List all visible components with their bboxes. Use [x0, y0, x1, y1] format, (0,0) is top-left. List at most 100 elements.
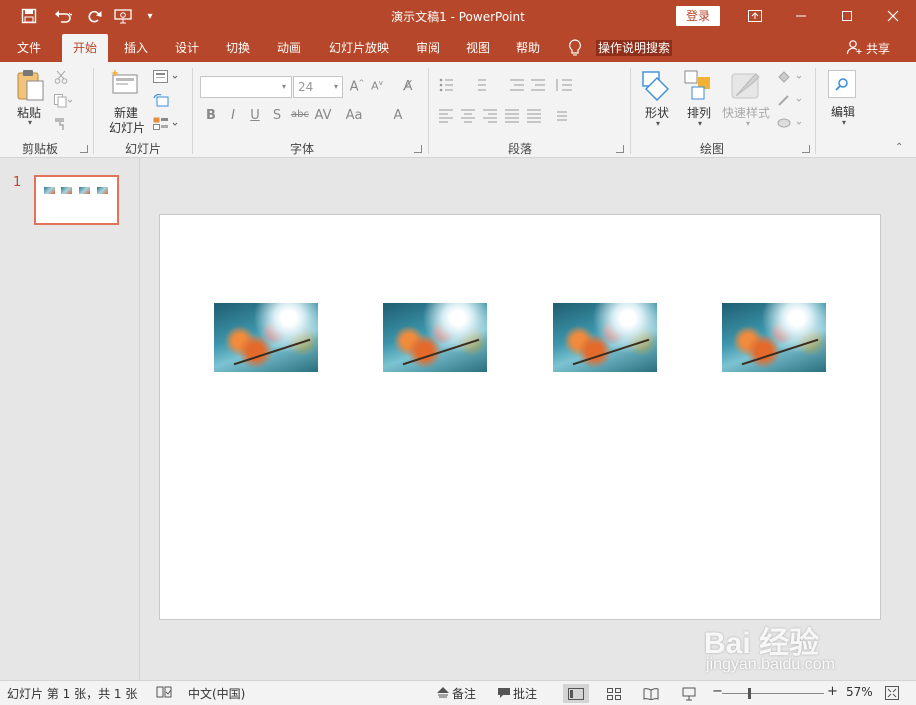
flower-photo[interactable]: [383, 303, 487, 372]
maximize-icon[interactable]: [824, 0, 870, 32]
editing-dropdown-icon[interactable]: ▾: [834, 118, 854, 127]
flower-photo[interactable]: [722, 303, 826, 372]
font-size-dropdown-icon[interactable]: ▾: [334, 82, 338, 91]
reset-icon[interactable]: [153, 93, 169, 108]
notes-button[interactable]: 备注: [452, 685, 476, 702]
watermark-url: jingyan.baidu.com: [706, 656, 835, 673]
clipboard-launcher-icon[interactable]: [80, 145, 88, 153]
paste-dropdown-icon[interactable]: ▾: [20, 118, 40, 127]
slideshow-view-icon[interactable]: [676, 684, 702, 703]
redo-icon[interactable]: [84, 6, 104, 26]
zoom-slider[interactable]: [722, 693, 824, 694]
drawing-group-label: 绘图: [699, 142, 724, 156]
zoom-in-icon[interactable]: +: [827, 684, 838, 699]
layout-icon[interactable]: [153, 70, 181, 84]
tell-me-search[interactable]: 操作说明搜索: [596, 40, 673, 56]
zoom-level[interactable]: 57%: [846, 685, 873, 699]
tab-animations[interactable]: 动画: [267, 34, 311, 62]
tab-insert[interactable]: 插入: [114, 34, 158, 62]
spelling-check-icon[interactable]: [156, 685, 172, 702]
collapse-ribbon-icon[interactable]: ⌃: [895, 142, 903, 153]
tab-review[interactable]: 审阅: [406, 34, 450, 62]
tab-design[interactable]: 设计: [165, 34, 209, 62]
drawing-launcher-icon[interactable]: [802, 145, 810, 153]
paragraph-group-label: 段落: [507, 142, 532, 156]
new-slide-label-2[interactable]: 幻灯片: [100, 119, 154, 136]
section-icon[interactable]: [153, 117, 181, 131]
share-label[interactable]: 共享: [866, 40, 890, 57]
thumbnail-image: [61, 187, 72, 194]
format-painter-icon[interactable]: [54, 117, 68, 131]
align-left-icon[interactable]: [438, 108, 618, 127]
language-status[interactable]: 中文(中国): [188, 685, 245, 702]
login-button[interactable]: 登录: [676, 6, 720, 26]
ribbon-display-options-icon[interactable]: [732, 0, 778, 32]
arrange-icon[interactable]: [684, 70, 714, 105]
undo-icon[interactable]: [48, 6, 78, 26]
slides-group-label: 幻灯片: [124, 142, 161, 156]
minimize-icon[interactable]: [778, 0, 824, 32]
customize-qat-icon[interactable]: ▾: [142, 6, 158, 26]
slide-sorter-icon[interactable]: [601, 684, 627, 703]
tab-file[interactable]: 文件: [6, 34, 52, 62]
notes-icon[interactable]: [436, 686, 450, 701]
zoom-out-icon[interactable]: −: [712, 684, 723, 699]
copy-icon[interactable]: [54, 94, 73, 108]
slide-canvas[interactable]: [159, 214, 881, 620]
increase-font-icon[interactable]: A^: [349, 79, 365, 94]
shadow-icon[interactable]: S: [269, 108, 285, 123]
search-icon[interactable]: [828, 70, 856, 98]
font-name-combo[interactable]: [200, 76, 292, 98]
tab-help[interactable]: 帮助: [506, 34, 550, 62]
flower-photo[interactable]: [553, 303, 657, 372]
char-spacing-icon[interactable]: AV: [313, 108, 333, 123]
font-launcher-icon[interactable]: [414, 145, 422, 153]
share-icon[interactable]: [846, 39, 862, 58]
ribbon: 粘贴 ▾ 剪贴板 新建 幻灯片 幻灯片 ▾ 24 ▾ A^ Av A̸ B I …: [0, 62, 916, 158]
shape-outline-icon[interactable]: [777, 93, 805, 107]
tab-view[interactable]: 视图: [456, 34, 500, 62]
baidu-jingyan-watermark: Bai 经验 jingyan.baidu.com: [704, 618, 874, 678]
slide-count-status[interactable]: 幻灯片 第 1 张，共 1 张: [7, 685, 137, 702]
strikethrough-icon[interactable]: abc: [289, 109, 311, 120]
tab-home[interactable]: 开始: [62, 34, 108, 62]
quick-styles-icon[interactable]: [730, 70, 764, 105]
fit-slide-icon[interactable]: [885, 686, 899, 703]
thumbnail-image: [44, 187, 55, 194]
shapes-dropdown-icon[interactable]: ▾: [648, 119, 668, 128]
font-name-dropdown-icon[interactable]: ▾: [282, 82, 286, 91]
comments-icon[interactable]: [497, 687, 511, 702]
paragraph-launcher-icon[interactable]: [616, 145, 624, 153]
bold-icon[interactable]: B: [203, 108, 219, 123]
group-divider: [815, 68, 816, 154]
bullets-icon[interactable]: [438, 77, 608, 96]
group-divider: [428, 68, 429, 154]
tab-slideshow[interactable]: 幻灯片放映: [320, 34, 398, 62]
shape-effects-icon[interactable]: [777, 116, 805, 130]
italic-icon[interactable]: I: [225, 108, 241, 123]
slide-thumbnail[interactable]: [34, 175, 119, 225]
cut-icon[interactable]: [54, 70, 68, 84]
group-divider: [192, 68, 193, 154]
paste-icon[interactable]: [15, 68, 45, 105]
shape-fill-icon[interactable]: [777, 70, 805, 84]
present-from-start-icon[interactable]: [112, 6, 134, 26]
save-icon[interactable]: [18, 6, 40, 26]
close-icon[interactable]: [870, 0, 916, 32]
font-color-icon[interactable]: A: [390, 108, 406, 123]
zoom-slider-thumb[interactable]: [747, 688, 751, 699]
thumbnail-image: [79, 187, 90, 194]
reading-view-icon[interactable]: [638, 684, 664, 703]
new-slide-icon[interactable]: [110, 68, 140, 101]
clear-format-icon[interactable]: A̸: [400, 79, 416, 94]
comments-button[interactable]: 批注: [513, 685, 537, 702]
quick-styles-dropdown-icon[interactable]: ▾: [738, 119, 758, 128]
shapes-icon[interactable]: [641, 70, 673, 105]
arrange-dropdown-icon[interactable]: ▾: [690, 119, 710, 128]
flower-photo[interactable]: [214, 303, 318, 372]
decrease-font-icon[interactable]: Av: [369, 79, 385, 93]
tab-transitions[interactable]: 切换: [216, 34, 260, 62]
normal-view-icon[interactable]: [563, 684, 589, 703]
change-case-icon[interactable]: Aa: [344, 108, 364, 123]
underline-icon[interactable]: U: [247, 108, 263, 123]
